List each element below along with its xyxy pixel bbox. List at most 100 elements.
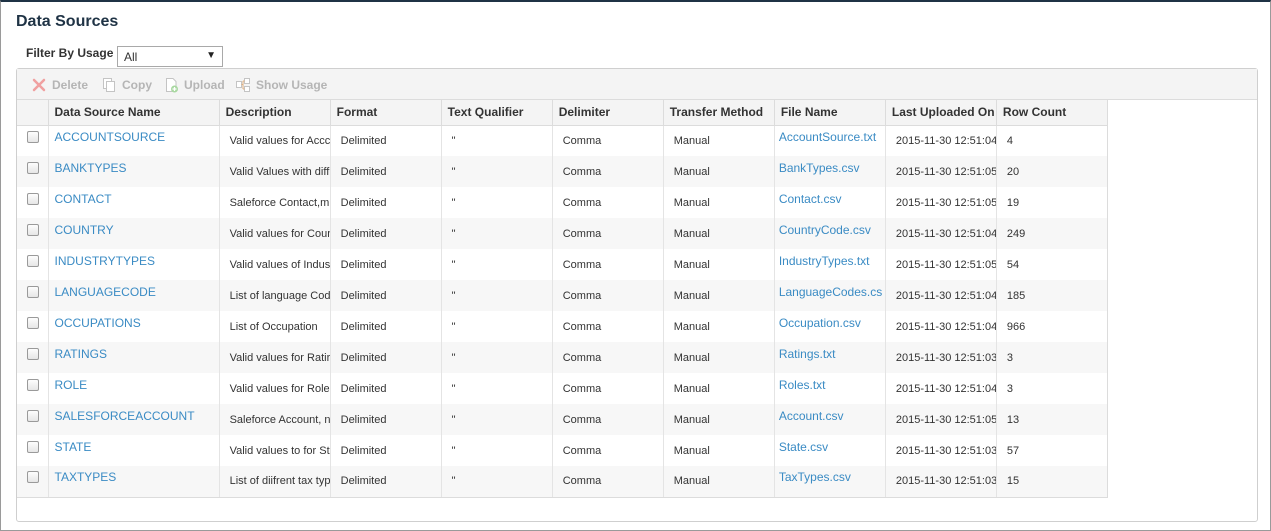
table-cell: " xyxy=(441,466,553,498)
table-row[interactable]: RATINGS Valid values for Ratir Delimited " C… xyxy=(17,342,1109,373)
column-header[interactable]: Format xyxy=(330,100,442,126)
table-cell: Manual xyxy=(663,404,775,435)
table-cell: Delimited xyxy=(330,342,442,373)
row-checkbox[interactable] xyxy=(27,471,40,484)
copy-label: Copy xyxy=(122,78,152,92)
file-name-link[interactable]: Occupation.csv xyxy=(775,316,885,330)
file-name-link[interactable]: BankTypes.csv xyxy=(775,161,885,175)
description-cell: List of diifrent tax typ xyxy=(229,475,331,488)
row-checkbox-cell xyxy=(17,218,49,249)
toolbar: Delete Copy Upload Show Usage xyxy=(17,69,1257,100)
row-checkbox[interactable] xyxy=(27,285,40,298)
table-row[interactable]: CONTACT Saleforce Contact,m Delimited " Comm… xyxy=(17,187,1109,218)
column-header[interactable]: Description xyxy=(219,100,331,126)
table-row[interactable]: LANGUAGECODE List of language Code Delimit… xyxy=(17,280,1109,311)
data-source-name-link[interactable]: OCCUPATIONS xyxy=(49,316,219,330)
data-source-name-link[interactable]: ROLE xyxy=(49,378,219,392)
data-source-name-link[interactable]: TAXTYPES xyxy=(49,470,219,484)
table-cell: 2015-11-30 12:51:03 xyxy=(885,466,997,498)
data-source-name-link[interactable]: SALESFORCEACCOUNT xyxy=(49,409,219,423)
table-cell: 2015-11-30 12:51:04 xyxy=(885,125,997,156)
row-checkbox[interactable] xyxy=(27,192,40,205)
table-row[interactable]: OCCUPATIONS List of Occupation Delimited " C… xyxy=(17,311,1109,342)
table-cell: Manual xyxy=(663,218,775,249)
last-uploaded-cell: 2015-11-30 12:51:04 xyxy=(895,382,997,395)
row-checkbox[interactable] xyxy=(27,347,40,360)
format-cell: Delimited xyxy=(340,196,387,209)
table-cell: AccountSource.txt xyxy=(774,125,886,156)
column-header[interactable]: Text Qualifier xyxy=(441,100,553,126)
row-count-cell: 249 xyxy=(1006,227,1026,240)
show-usage-button[interactable]: Show Usage xyxy=(235,77,327,93)
file-name-link[interactable]: AccountSource.txt xyxy=(775,130,885,144)
row-checkbox[interactable] xyxy=(27,316,40,329)
table-cell: Comma xyxy=(552,373,664,404)
upload-button[interactable]: Upload xyxy=(163,77,225,93)
row-checkbox[interactable] xyxy=(27,409,40,422)
file-name-link[interactable]: Contact.csv xyxy=(775,192,885,206)
text-qualifier-cell: " xyxy=(451,196,456,209)
data-source-name-link[interactable]: LANGUAGECODE xyxy=(49,285,219,299)
table-cell: Contact.csv xyxy=(774,187,886,218)
column-header[interactable]: Transfer Method xyxy=(663,100,775,126)
row-checkbox[interactable] xyxy=(27,440,40,453)
table-row[interactable]: ROLE Valid values for Role Delimited " Comma… xyxy=(17,373,1109,404)
row-count-cell: 20 xyxy=(1006,165,1020,178)
file-name-link[interactable]: Ratings.txt xyxy=(775,347,885,361)
data-source-name-link[interactable]: RATINGS xyxy=(49,347,219,361)
row-checkbox[interactable] xyxy=(27,130,40,143)
file-name-link[interactable]: Account.csv xyxy=(775,409,885,423)
table-cell: 2015-11-30 12:51:04 xyxy=(885,218,997,249)
row-checkbox[interactable] xyxy=(27,254,40,267)
last-uploaded-cell: 2015-11-30 12:51:04 xyxy=(895,227,997,240)
data-source-name-link[interactable]: COUNTRY xyxy=(49,223,219,237)
column-header[interactable]: Data Source Name xyxy=(48,100,220,126)
data-source-name-link[interactable]: ACCOUNTSOURCE xyxy=(49,130,219,144)
table-row[interactable]: COUNTRY Valid values for Coun Delimited " Co… xyxy=(17,218,1109,249)
file-name-link[interactable]: State.csv xyxy=(775,440,885,454)
table-row[interactable]: INDUSTRYTYPES Valid values of Indus Delimi… xyxy=(17,249,1109,280)
file-name-link[interactable]: LanguageCodes.cs xyxy=(775,285,885,299)
data-source-name-link[interactable]: INDUSTRYTYPES xyxy=(49,254,219,268)
column-header[interactable]: Row Count xyxy=(996,100,1109,126)
table-cell: " xyxy=(441,280,553,311)
column-header[interactable]: Last Uploaded On xyxy=(885,100,997,126)
file-name-link[interactable]: Roles.txt xyxy=(775,378,885,392)
table-row[interactable]: TAXTYPES List of diifrent tax typ Delimite… xyxy=(17,466,1109,498)
data-source-name-link[interactable]: BANKTYPES xyxy=(49,161,219,175)
column-header[interactable]: File Name xyxy=(774,100,886,126)
table-cell: " xyxy=(441,404,553,435)
file-name-link[interactable]: CountryCode.csv xyxy=(775,223,885,237)
delimiter-cell: Comma xyxy=(562,413,602,426)
table-row[interactable]: ACCOUNTSOURCE Valid values for Accc Delimi… xyxy=(17,125,1109,156)
file-name-link[interactable]: IndustryTypes.txt xyxy=(775,254,885,268)
table-cell: Manual xyxy=(663,249,775,280)
table-cell: " xyxy=(441,342,553,373)
table-row[interactable]: BANKTYPES Valid Values with diffi Delimite… xyxy=(17,156,1109,187)
row-checkbox[interactable] xyxy=(27,223,40,236)
delete-button[interactable]: Delete xyxy=(31,77,88,93)
data-source-name-link[interactable]: CONTACT xyxy=(49,192,219,206)
table-cell: List of Occupation xyxy=(219,311,331,342)
table-cell: 966 xyxy=(996,311,1109,342)
row-checkbox-cell xyxy=(17,435,49,466)
table-row[interactable]: STATE Valid values to for St Delimited " Com… xyxy=(17,435,1109,466)
text-qualifier-cell: " xyxy=(451,475,456,488)
upload-icon xyxy=(163,77,179,93)
filter-usage-select[interactable]: All ▼ xyxy=(117,46,223,67)
table-cell: Valid values for Role xyxy=(219,373,331,404)
table-cell: 2015-11-30 12:51:03 xyxy=(885,435,997,466)
delimiter-cell: Comma xyxy=(562,444,602,457)
last-uploaded-cell: 2015-11-30 12:51:05 xyxy=(895,196,997,209)
data-source-name-link[interactable]: STATE xyxy=(49,440,219,454)
table-cell: 185 xyxy=(996,280,1109,311)
row-checkbox[interactable] xyxy=(27,378,40,391)
format-cell: Delimited xyxy=(340,165,387,178)
table-cell: Manual xyxy=(663,342,775,373)
file-name-link[interactable]: TaxTypes.csv xyxy=(775,470,885,484)
table-row[interactable]: SALESFORCEACCOUNT Saleforce Account, n Del… xyxy=(17,404,1109,435)
table-cell: Delimited xyxy=(330,156,442,187)
copy-button[interactable]: Copy xyxy=(101,77,152,93)
column-header[interactable]: Delimiter xyxy=(552,100,664,126)
row-checkbox[interactable] xyxy=(27,161,40,174)
